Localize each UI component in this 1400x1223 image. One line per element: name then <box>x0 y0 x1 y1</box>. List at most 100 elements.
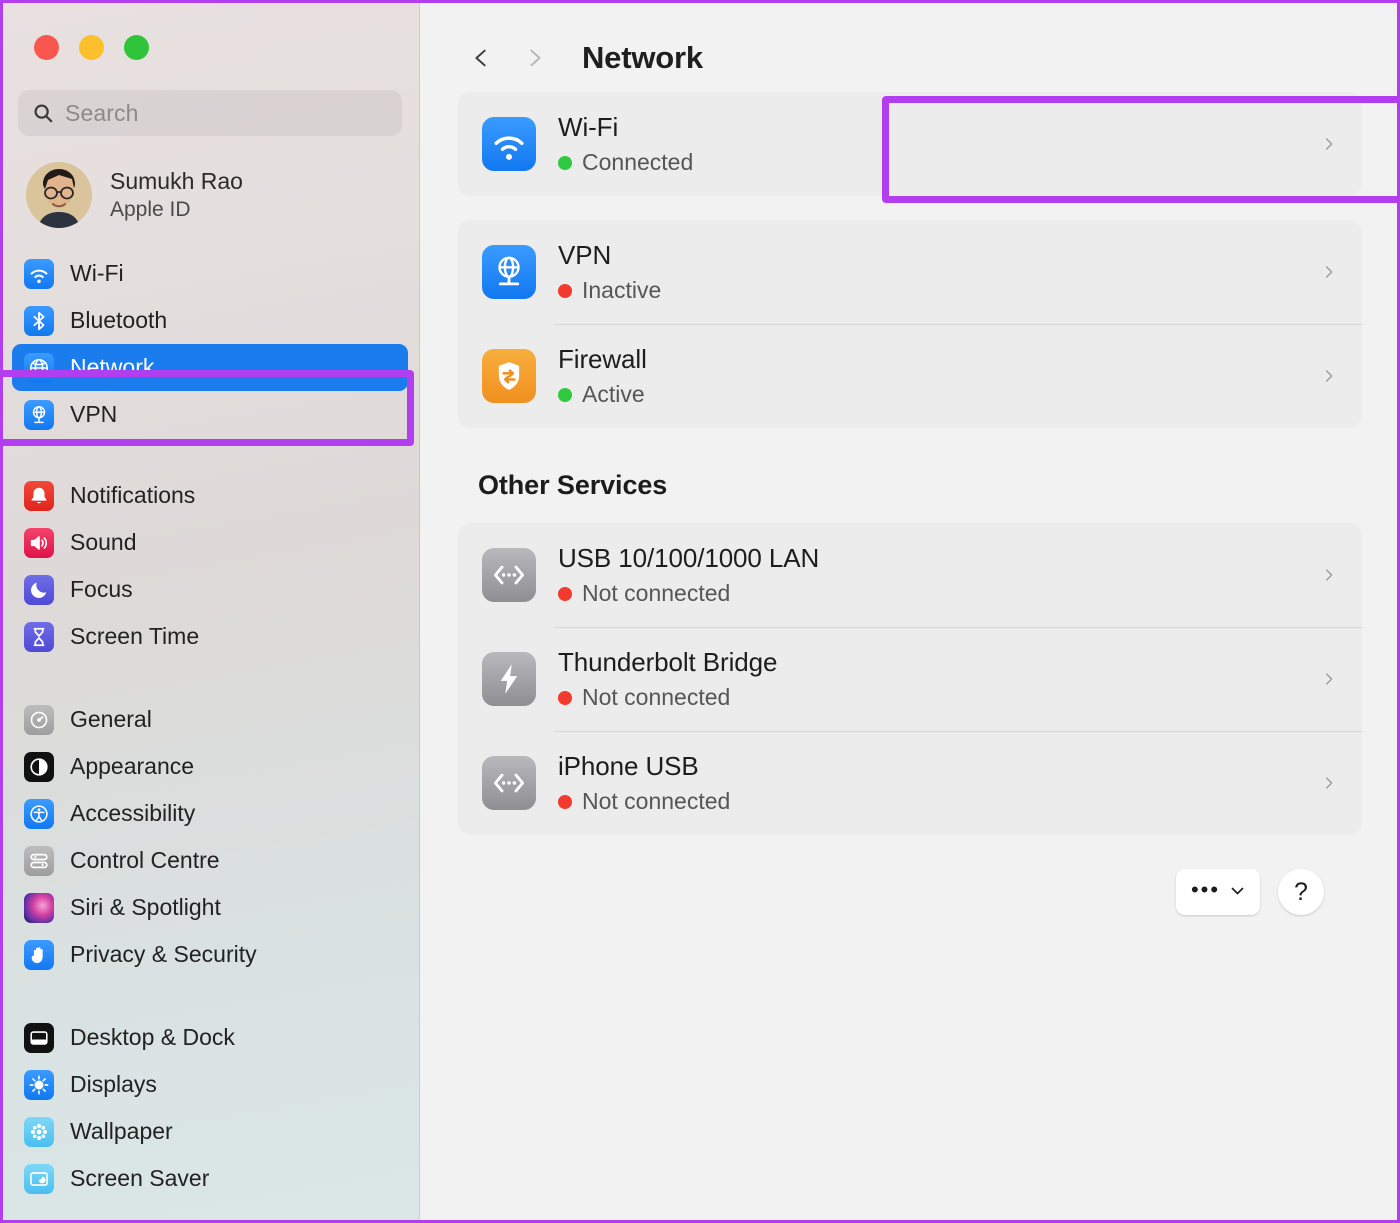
ethernet-icon <box>482 548 536 602</box>
sidebar-item-sound[interactable]: Sound <box>12 519 408 566</box>
sidebar-item-siri-spotlight[interactable]: Siri & Spotlight <box>12 884 408 931</box>
sidebar-item-label: Displays <box>70 1071 157 1098</box>
hand-icon <box>24 940 54 970</box>
more-options-button[interactable]: ••• <box>1176 869 1260 915</box>
sidebar-item-wallpaper[interactable]: Wallpaper <box>12 1108 408 1155</box>
firewall-row[interactable]: Firewall Active <box>458 324 1362 428</box>
status-text: Not connected <box>582 580 730 607</box>
wifi-card: Wi-Fi Connected <box>458 92 1362 196</box>
chevron-down-icon <box>1230 883 1245 901</box>
sidebar-item-label: VPN <box>70 401 117 428</box>
bell-icon <box>24 481 54 511</box>
usb-lan-row[interactable]: USB 10/100/1000 LAN Not connected <box>458 523 1362 627</box>
sidebar-item-label: Screen Saver <box>70 1165 209 1192</box>
sidebar-item-wifi[interactable]: Wi-Fi <box>12 250 408 297</box>
close-button[interactable] <box>34 35 59 60</box>
sidebar-item-privacy-security[interactable]: Privacy & Security <box>12 931 408 978</box>
help-label: ? <box>1294 878 1308 907</box>
sidebar-nav: Wi-Fi Bluetooth Network <box>0 250 420 1202</box>
wallpaper-icon <box>24 1117 54 1147</box>
search-placeholder: Search <box>65 100 138 127</box>
sidebar-item-label: Bluetooth <box>70 307 167 334</box>
vpn-firewall-card: VPN Inactive Firewall <box>458 220 1362 428</box>
brightness-icon <box>24 1070 54 1100</box>
row-status: Not connected <box>558 788 1321 815</box>
row-title: Firewall <box>558 344 1321 375</box>
status-text: Not connected <box>582 684 730 711</box>
content-header: Network <box>420 0 1400 92</box>
sidebar-item-label: Accessibility <box>70 800 195 827</box>
bluetooth-icon <box>24 306 54 336</box>
status-text: Not connected <box>582 788 730 815</box>
status-dot <box>558 388 572 402</box>
sidebar-item-accessibility[interactable]: Accessibility <box>12 790 408 837</box>
sidebar-item-label: Screen Time <box>70 623 199 650</box>
account-subtitle: Apple ID <box>110 198 243 222</box>
row-status: Active <box>558 381 1321 408</box>
help-button[interactable]: ? <box>1278 869 1324 915</box>
speaker-icon <box>24 528 54 558</box>
other-services-title: Other Services <box>478 470 1362 501</box>
status-dot <box>558 691 572 705</box>
wifi-icon <box>24 259 54 289</box>
sidebar-item-bluetooth[interactable]: Bluetooth <box>12 297 408 344</box>
sidebar-item-general[interactable]: General <box>12 696 408 743</box>
sidebar-group-alerts: Notifications Sound Focus <box>0 472 420 660</box>
forward-button[interactable] <box>512 35 558 81</box>
gear-icon <box>24 705 54 735</box>
chevron-right-icon <box>1321 666 1336 692</box>
wifi-row[interactable]: Wi-Fi Connected <box>458 92 1362 196</box>
wifi-icon <box>482 117 536 171</box>
moon-icon <box>24 575 54 605</box>
zoom-button[interactable] <box>124 35 149 60</box>
status-text: Inactive <box>582 277 661 304</box>
account-name: Sumukh Rao <box>110 168 243 195</box>
row-title: Thunderbolt Bridge <box>558 647 1321 678</box>
chevron-right-icon <box>1321 770 1336 796</box>
ethernet-icon <box>482 756 536 810</box>
sidebar-item-label: Privacy & Security <box>70 941 257 968</box>
vpn-row[interactable]: VPN Inactive <box>458 220 1362 324</box>
sidebar-item-notifications[interactable]: Notifications <box>12 472 408 519</box>
sidebar-item-vpn[interactable]: VPN <box>12 391 408 438</box>
sidebar-item-label: Network <box>70 354 154 381</box>
row-title: Wi-Fi <box>558 112 1321 143</box>
appearance-icon <box>24 752 54 782</box>
hourglass-icon <box>24 622 54 652</box>
vpn-icon <box>24 400 54 430</box>
sidebar-item-desktop-dock[interactable]: Desktop & Dock <box>12 1014 408 1061</box>
chevron-right-icon <box>1321 259 1336 285</box>
row-status: Connected <box>558 149 1321 176</box>
globe-icon <box>24 353 54 383</box>
sidebar-item-screen-time[interactable]: Screen Time <box>12 613 408 660</box>
sidebar-item-screen-saver[interactable]: Screen Saver <box>12 1155 408 1202</box>
iphone-usb-row[interactable]: iPhone USB Not connected <box>458 731 1362 835</box>
sidebar-item-network[interactable]: Network <box>12 344 408 391</box>
search-field[interactable]: Search <box>18 90 402 136</box>
sidebar-item-focus[interactable]: Focus <box>12 566 408 613</box>
sidebar-group-system: General Appearance Accessibility <box>0 696 420 978</box>
sidebar-item-label: Wallpaper <box>70 1118 173 1145</box>
sidebar-item-label: Siri & Spotlight <box>70 894 221 921</box>
sidebar-item-displays[interactable]: Displays <box>12 1061 408 1108</box>
thunderbolt-icon <box>482 652 536 706</box>
back-button[interactable] <box>458 35 504 81</box>
apple-id-account-row[interactable]: Sumukh Rao Apple ID <box>0 136 420 228</box>
minimize-button[interactable] <box>79 35 104 60</box>
chevron-right-icon <box>1321 363 1336 389</box>
accessibility-icon <box>24 799 54 829</box>
footer-buttons: ••• ? <box>458 835 1362 915</box>
more-options-label: ••• <box>1191 879 1220 901</box>
avatar <box>26 162 92 228</box>
sidebar-item-label: General <box>70 706 152 733</box>
status-text: Active <box>582 381 645 408</box>
sidebar-item-control-centre[interactable]: Control Centre <box>12 837 408 884</box>
sidebar-item-appearance[interactable]: Appearance <box>12 743 408 790</box>
row-status: Not connected <box>558 684 1321 711</box>
sidebar-item-label: Notifications <box>70 482 195 509</box>
sidebar-item-label: Desktop & Dock <box>70 1024 235 1051</box>
sliders-icon <box>24 846 54 876</box>
search-icon <box>32 102 54 124</box>
sidebar-group-connectivity: Wi-Fi Bluetooth Network <box>0 250 420 438</box>
thunderbolt-bridge-row[interactable]: Thunderbolt Bridge Not connected <box>458 627 1362 731</box>
